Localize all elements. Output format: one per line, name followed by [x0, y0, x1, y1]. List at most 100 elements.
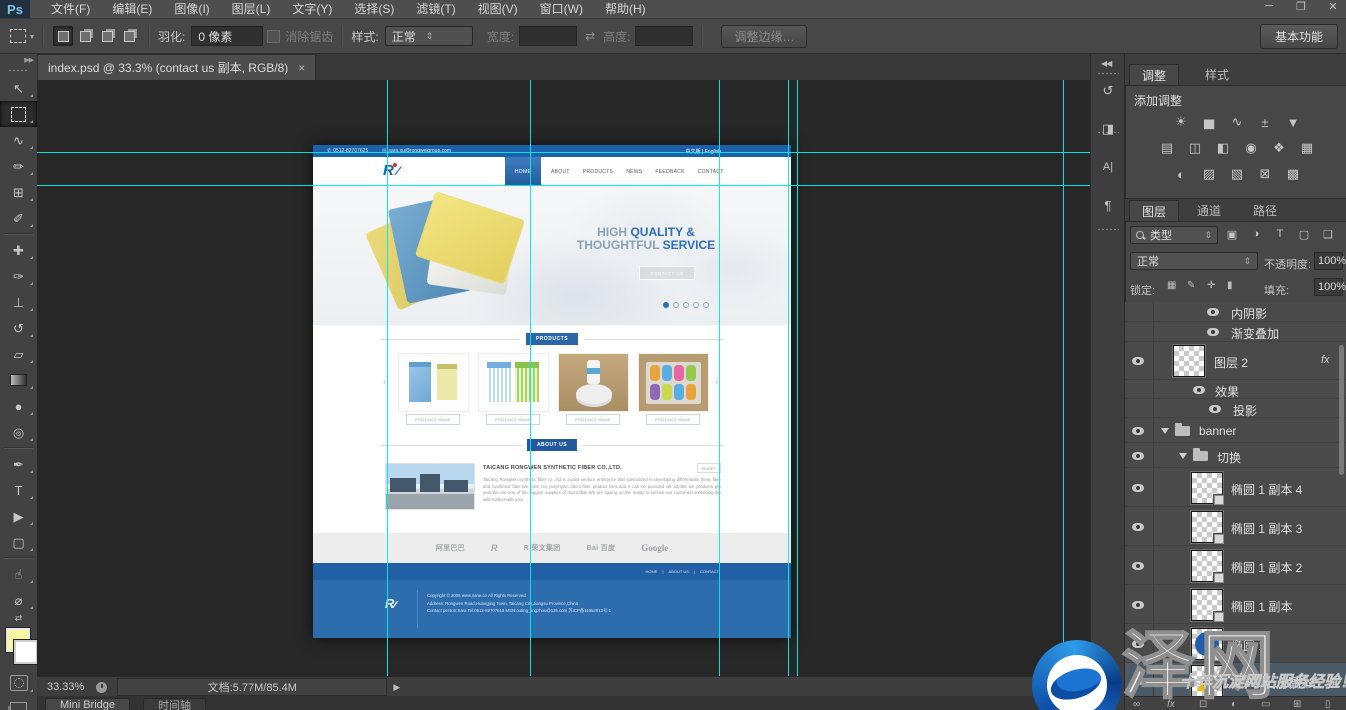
tool-preset-marquee-icon[interactable]: [10, 29, 26, 43]
fill-value[interactable]: 100%: [1314, 278, 1343, 296]
guide-vertical[interactable]: [387, 80, 388, 676]
exposure-icon[interactable]: ±: [1252, 112, 1278, 132]
layer-effect-row-gradient-overlay[interactable]: 渐变叠加: [1125, 322, 1346, 342]
new-group-icon[interactable]: ▭: [1261, 699, 1270, 710]
visibility-eye-icon[interactable]: [1132, 484, 1144, 492]
visibility-eye-icon[interactable]: [1132, 640, 1144, 648]
levels-icon[interactable]: ▅: [1196, 112, 1222, 132]
restore-icon[interactable]: ❐: [1292, 0, 1310, 13]
lock-all-icon[interactable]: ▮: [1227, 280, 1233, 291]
layer-effect-row-inner-shadow[interactable]: 内阴影: [1125, 302, 1346, 322]
swap-dimensions-icon[interactable]: ⇄: [585, 29, 595, 43]
clone-stamp-tool[interactable]: ⊥: [0, 289, 37, 315]
type-tool[interactable]: T: [0, 477, 37, 503]
layer-thumbnail[interactable]: [1191, 511, 1223, 543]
filter-pixel-layers-icon[interactable]: ▣: [1223, 226, 1241, 242]
minimize-icon[interactable]: ─: [1260, 0, 1278, 13]
guide-vertical[interactable]: [719, 80, 720, 676]
brightness-contrast-icon[interactable]: ☀: [1168, 112, 1194, 132]
layer-list-scrollbar[interactable]: [1339, 345, 1344, 475]
visibility-eye-icon[interactable]: [1207, 328, 1219, 336]
feather-input[interactable]: 0 像素: [191, 26, 263, 46]
blend-mode-dropdown[interactable]: 正常 ⇕: [1130, 252, 1258, 270]
height-input[interactable]: [635, 26, 693, 46]
menu-type[interactable]: 文字(Y): [281, 0, 343, 18]
add-selection-mode-button[interactable]: [75, 26, 95, 46]
group-expand-icon[interactable]: [1161, 428, 1169, 434]
width-input[interactable]: [519, 26, 577, 46]
menu-window[interactable]: 窗口(W): [529, 0, 594, 18]
status-menu-arrow-icon[interactable]: ▶: [393, 682, 400, 693]
lock-pixels-icon[interactable]: ✎: [1187, 280, 1195, 291]
threshold-icon[interactable]: ▧: [1224, 164, 1250, 184]
expand-panels-icon[interactable]: ◀◀: [1101, 59, 1111, 68]
guide-vertical[interactable]: [1063, 80, 1064, 676]
visibility-eye-icon[interactable]: [1193, 386, 1205, 394]
panel-grip[interactable]: [1097, 72, 1119, 77]
menu-file[interactable]: 文件(F): [40, 0, 101, 18]
panel-grip[interactable]: [1097, 228, 1119, 233]
layer-effects-header-row[interactable]: 效果: [1125, 380, 1346, 399]
filter-smart-objects-icon[interactable]: ❏: [1319, 226, 1337, 242]
guide-vertical[interactable]: [530, 80, 531, 676]
layer-row-ellipse1[interactable]: 椭圆 1: [1125, 624, 1346, 663]
link-layers-icon[interactable]: ∞: [1133, 699, 1140, 710]
filter-shape-layers-icon[interactable]: ▢: [1295, 226, 1313, 242]
tab-mini-bridge[interactable]: Mini Bridge: [45, 698, 130, 710]
move-tool[interactable]: ↖: [0, 75, 37, 101]
tab-channels[interactable]: 通道: [1185, 200, 1233, 221]
eraser-tool[interactable]: ▱: [0, 341, 37, 367]
visibility-eye-icon[interactable]: [1207, 308, 1219, 316]
tab-timeline[interactable]: 时间轴: [143, 698, 206, 710]
history-panel-button[interactable]: ↺: [1096, 80, 1120, 102]
layer-thumbnail[interactable]: [1191, 589, 1223, 621]
tool-preset-caret-icon[interactable]: ▾: [30, 32, 34, 41]
curves-icon[interactable]: ∿: [1224, 112, 1250, 132]
antialias-checkbox[interactable]: [267, 30, 280, 43]
layer-thumbnail[interactable]: [1191, 472, 1223, 504]
layer-filter-type-dropdown[interactable]: 类型 ⇕: [1130, 226, 1218, 244]
layer-group-row-switch[interactable]: 切换: [1125, 443, 1346, 468]
filter-type-layers-icon[interactable]: T: [1271, 226, 1289, 242]
hue-saturation-icon[interactable]: ▤: [1154, 138, 1180, 158]
layer-thumbnail[interactable]: [1191, 628, 1223, 660]
layer-style-icon[interactable]: fx: [1167, 699, 1175, 710]
history-brush-tool[interactable]: ↺: [0, 315, 37, 341]
visibility-eye-icon[interactable]: [1132, 601, 1144, 609]
menu-edit[interactable]: 编辑(E): [101, 0, 163, 18]
invert-icon[interactable]: ◐: [1168, 164, 1194, 184]
opacity-value[interactable]: 100%: [1314, 252, 1343, 270]
tab-layers[interactable]: 图层: [1129, 200, 1179, 222]
paragraph-panel-button[interactable]: ¶: [1096, 194, 1120, 216]
visibility-eye-icon[interactable]: [1209, 405, 1221, 413]
layer-group-row-banner[interactable]: banner: [1125, 418, 1346, 443]
layer-mask-icon[interactable]: ⊡: [1199, 699, 1207, 710]
layer-fx-icon[interactable]: fx: [1321, 354, 1330, 366]
menu-select[interactable]: 选择(S): [343, 0, 405, 18]
properties-panel-button[interactable]: ◨: [1096, 118, 1120, 140]
layer-thumbnail[interactable]: [1191, 550, 1223, 582]
menu-help[interactable]: 帮助(H): [594, 0, 657, 18]
zoom-tool[interactable]: ⌀: [0, 587, 37, 613]
adjustment-layer-icon[interactable]: ◐: [1231, 699, 1237, 710]
toolbar-grip[interactable]: [8, 69, 29, 74]
hand-tool[interactable]: ☝: [0, 561, 37, 587]
color-lookup-icon[interactable]: ▦: [1294, 138, 1320, 158]
refine-edge-button[interactable]: 调整边缘…: [721, 25, 807, 48]
layer-row-ellipse-copy3[interactable]: 椭圆 1 副本 3: [1125, 507, 1346, 546]
crop-tool[interactable]: ⊞: [0, 179, 37, 205]
background-color-swatch[interactable]: [14, 640, 38, 664]
layer-row-ellipse-copy4[interactable]: 椭圆 1 副本 4: [1125, 468, 1346, 507]
posterize-icon[interactable]: ▨: [1196, 164, 1222, 184]
menu-view[interactable]: 视图(V): [467, 0, 529, 18]
zoom-level-field[interactable]: 33.33%: [47, 681, 84, 693]
filter-adjustment-layers-icon[interactable]: ◑: [1247, 226, 1265, 242]
screen-mode-button[interactable]: [0, 696, 37, 710]
swap-colors-icon[interactable]: ⇄: [0, 613, 37, 624]
tab-paths[interactable]: 路径: [1241, 200, 1289, 221]
layer-thumbnail[interactable]: [1173, 345, 1205, 377]
selective-color-icon[interactable]: ⊠: [1252, 164, 1278, 184]
style-dropdown[interactable]: 正常 ⇕: [385, 26, 473, 46]
visibility-eye-icon[interactable]: [1132, 357, 1144, 365]
character-panel-button[interactable]: A|: [1096, 156, 1120, 178]
